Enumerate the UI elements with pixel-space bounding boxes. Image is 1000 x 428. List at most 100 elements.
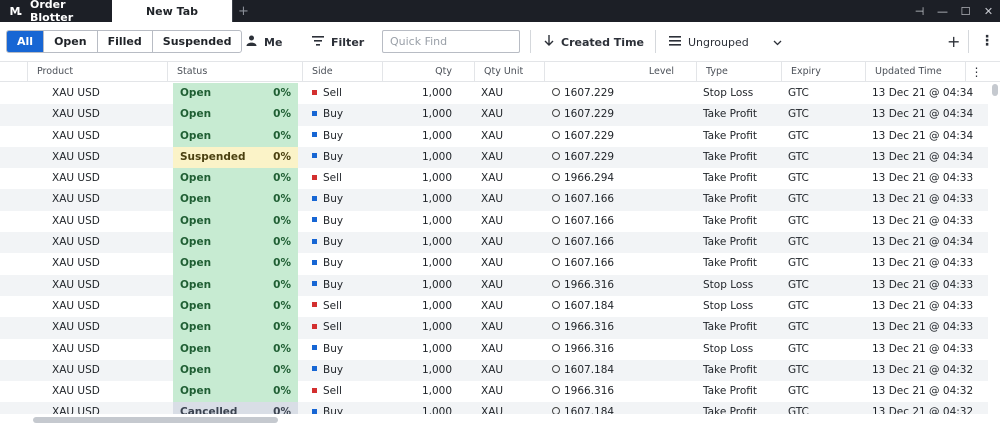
expiry-cell: GTC xyxy=(788,87,809,99)
fill-percent: 0% xyxy=(273,129,291,142)
table-row[interactable]: XAU USD Open 0% Buy 1,000 XAU 1966.316 Stop Los… xyxy=(0,274,988,296)
level-value: 1966.316 xyxy=(564,321,615,334)
table-row[interactable]: XAU USD Open 0% Buy 1,000 XAU 1607.166 Take Pro… xyxy=(0,232,988,254)
side-marker-icon xyxy=(312,387,317,393)
side-marker-icon xyxy=(312,89,317,95)
side-label: Sell xyxy=(323,299,342,312)
fill-percent: 0% xyxy=(273,342,291,355)
col-header-updated-time[interactable]: Updated Time xyxy=(865,62,965,82)
filter-all-button[interactable]: All xyxy=(7,31,45,52)
updated-time-cell: 13 Dec 21 @ 04:33 xyxy=(872,214,974,227)
column-menu-icon[interactable]: ⋮ xyxy=(965,62,987,82)
type-cell: Take Profit xyxy=(703,172,758,185)
filter-open-button[interactable]: Open xyxy=(44,31,98,52)
table-row[interactable]: XAU USD Cancelled 0% Buy 1,000 XAU 1607.184 Tak… xyxy=(0,402,988,414)
level-value: 1607.184 xyxy=(564,299,615,312)
side-label: Buy xyxy=(323,236,344,249)
fill-percent: 0% xyxy=(273,150,291,163)
status-label: Open xyxy=(180,363,212,376)
table-row[interactable]: XAU USD Open 0% Buy 1,000 XAU 1607.166 Take Pro… xyxy=(0,210,988,233)
table-row[interactable]: XAU USD Open 0% Buy 1,000 XAU 1966.316 Stop Los… xyxy=(0,338,988,360)
table-row[interactable]: XAU USD Open 0% Sell 1,000 XAU 1607.184 Stop Lo… xyxy=(0,295,988,318)
status-badge: Suspended 0% xyxy=(173,146,298,169)
type-cell: Stop Loss xyxy=(703,342,754,355)
table-row[interactable]: XAU USD Open 0% Sell 1,000 XAU 1966.316 Take Pr… xyxy=(0,317,988,339)
qty-unit-cell: XAU xyxy=(481,108,504,121)
col-header-level[interactable]: Level xyxy=(544,62,696,82)
table-row[interactable]: XAU USD Open 0% Sell 1,000 XAU 1607.229 Stop Lo… xyxy=(0,83,988,105)
sort-created-time-button[interactable]: Created Time xyxy=(544,35,644,49)
horizontal-scrollbar[interactable] xyxy=(33,417,278,423)
updated-time-cell: 13 Dec 21 @ 04:33 xyxy=(872,299,974,312)
type-cell: Take Profit xyxy=(703,406,758,414)
col-header-type[interactable]: Type xyxy=(696,62,781,82)
side-marker-icon xyxy=(312,366,317,372)
col-header-status[interactable]: Status xyxy=(167,62,302,82)
vertical-scrollbar[interactable] xyxy=(992,84,998,96)
status-label: Open xyxy=(180,257,212,270)
table-row[interactable]: XAU USD Open 0% Sell 1,000 XAU 1966.316 Take Pr… xyxy=(0,381,988,403)
minimize-icon[interactable]: — xyxy=(931,5,954,18)
more-icon[interactable]: ⋮ xyxy=(980,33,994,49)
expiry-cell: GTC xyxy=(788,385,809,398)
status-badge: Open 0% xyxy=(173,317,298,339)
qty-unit-cell: XAU xyxy=(481,385,504,398)
qty-cell: 1,000 xyxy=(421,236,452,249)
side-cell: Buy xyxy=(312,189,343,210)
level-cell: 1966.316 xyxy=(552,381,614,402)
expiry-cell: GTC xyxy=(788,257,809,270)
add-tab-icon[interactable]: + xyxy=(232,0,254,22)
qty-unit-cell: XAU xyxy=(481,150,504,163)
filter-filled-button[interactable]: Filled xyxy=(98,31,153,52)
filter-suspended-button[interactable]: Suspended xyxy=(153,31,242,52)
side-cell: Buy xyxy=(312,360,343,381)
qty-cell: 1,000 xyxy=(421,108,452,121)
col-header-qty-unit[interactable]: Qty Unit xyxy=(474,62,544,82)
updated-time-cell: 13 Dec 21 @ 04:33 xyxy=(872,193,974,206)
add-icon[interactable]: + xyxy=(947,32,960,51)
table-row[interactable]: XAU USD Open 0% Buy 1,000 XAU 1607.229 Take Pro… xyxy=(0,125,988,147)
status-badge: Open 0% xyxy=(173,381,298,403)
circle-icon xyxy=(552,407,560,414)
circle-icon xyxy=(552,215,560,224)
type-cell: Take Profit xyxy=(703,129,758,142)
col-header-qty[interactable]: Qty xyxy=(382,62,474,82)
status-label: Open xyxy=(180,108,212,121)
table-row[interactable]: XAU USD Open 0% Sell 1,000 XAU 1966.294 Take Pr… xyxy=(0,168,988,190)
table-row[interactable]: XAU USD Suspended 0% Buy 1,000 XAU 1607.229 Tak… xyxy=(0,146,988,169)
filter-button[interactable]: Filter xyxy=(312,35,364,49)
me-button[interactable]: Me xyxy=(246,35,282,49)
close-icon[interactable]: ✕ xyxy=(977,5,1000,18)
level-cell: 1966.316 xyxy=(552,339,614,360)
product-cell: XAU USD xyxy=(52,129,100,142)
qty-cell: 1,000 xyxy=(421,87,452,99)
qty-unit-cell: XAU xyxy=(481,342,504,355)
toolbar-divider xyxy=(655,30,656,53)
tab-order-blotter[interactable]: Order Blotter xyxy=(24,0,112,24)
window-controls: ⊣ — ☐ ✕ xyxy=(908,0,1000,22)
circle-icon xyxy=(552,130,560,139)
table-row[interactable]: XAU USD Open 0% Buy 1,000 XAU 1607.229 Take Pro… xyxy=(0,104,988,126)
col-header-product[interactable]: Product xyxy=(27,62,167,82)
tab-new-tab[interactable]: New Tab xyxy=(112,0,232,22)
level-value: 1607.166 xyxy=(564,257,615,270)
qty-unit-cell: XAU xyxy=(481,236,504,249)
table-row[interactable]: XAU USD Open 0% Buy 1,000 XAU 1607.166 Take Pro… xyxy=(0,253,988,275)
col-header-side[interactable]: Side xyxy=(302,62,382,82)
quick-find-input[interactable] xyxy=(382,30,520,53)
app-logo-icon: M. xyxy=(9,4,22,18)
dock-icon[interactable]: ⊣ xyxy=(908,5,931,18)
level-value: 1607.166 xyxy=(564,236,615,249)
level-value: 1607.166 xyxy=(564,214,615,227)
col-header-expiry[interactable]: Expiry xyxy=(781,62,865,82)
updated-time-cell: 13 Dec 21 @ 04:33 xyxy=(872,342,974,355)
side-label: Sell xyxy=(323,87,342,99)
side-cell: Buy xyxy=(312,232,343,253)
circle-icon xyxy=(552,364,560,373)
table-row[interactable]: XAU USD Open 0% Buy 1,000 XAU 1607.184 Take Pro… xyxy=(0,359,988,382)
circle-icon xyxy=(552,258,560,267)
table-row[interactable]: XAU USD Open 0% Buy 1,000 XAU 1607.166 Take Pro… xyxy=(0,189,988,211)
maximize-icon[interactable]: ☐ xyxy=(954,5,977,18)
side-label: Buy xyxy=(323,214,344,227)
group-by-select[interactable]: Ungrouped xyxy=(669,35,782,49)
